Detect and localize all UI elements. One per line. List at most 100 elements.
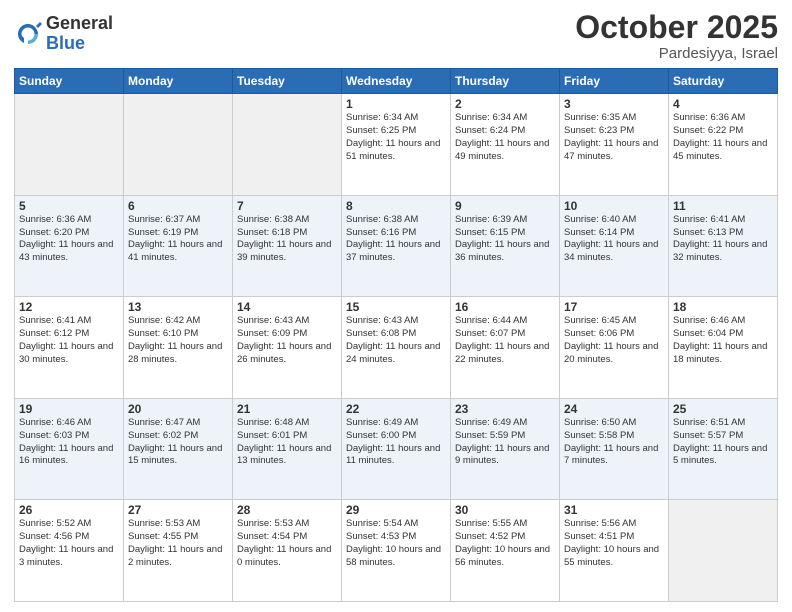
calendar-cell: 23Sunrise: 6:49 AMSunset: 5:59 PMDayligh… <box>451 398 560 500</box>
day-number: 29 <box>346 503 446 517</box>
calendar-cell: 9Sunrise: 6:39 AMSunset: 6:15 PMDaylight… <box>451 195 560 297</box>
day-number: 30 <box>455 503 555 517</box>
location: Pardesiyya, Israel <box>575 45 778 62</box>
day-info: Sunrise: 6:41 AMSunset: 6:13 PMDaylight:… <box>673 214 773 265</box>
calendar-cell: 29Sunrise: 5:54 AMSunset: 4:53 PMDayligh… <box>342 500 451 602</box>
calendar-cell: 25Sunrise: 6:51 AMSunset: 5:57 PMDayligh… <box>669 398 778 500</box>
day-number: 7 <box>237 199 337 213</box>
month-title: October 2025 <box>575 10 778 45</box>
day-info: Sunrise: 5:52 AMSunset: 4:56 PMDaylight:… <box>19 518 119 569</box>
day-info: Sunrise: 6:48 AMSunset: 6:01 PMDaylight:… <box>237 417 337 468</box>
calendar-cell: 6Sunrise: 6:37 AMSunset: 6:19 PMDaylight… <box>124 195 233 297</box>
header: General Blue October 2025 Pardesiyya, Is… <box>14 10 778 62</box>
calendar-row-2: 5Sunrise: 6:36 AMSunset: 6:20 PMDaylight… <box>15 195 778 297</box>
day-number: 6 <box>128 199 228 213</box>
calendar-cell: 5Sunrise: 6:36 AMSunset: 6:20 PMDaylight… <box>15 195 124 297</box>
day-number: 19 <box>19 402 119 416</box>
day-info: Sunrise: 6:41 AMSunset: 6:12 PMDaylight:… <box>19 315 119 366</box>
weekday-header-sunday: Sunday <box>15 69 124 94</box>
calendar-cell <box>124 94 233 196</box>
calendar-cell: 27Sunrise: 5:53 AMSunset: 4:55 PMDayligh… <box>124 500 233 602</box>
calendar-cell: 2Sunrise: 6:34 AMSunset: 6:24 PMDaylight… <box>451 94 560 196</box>
day-info: Sunrise: 6:36 AMSunset: 6:20 PMDaylight:… <box>19 214 119 265</box>
day-number: 26 <box>19 503 119 517</box>
logo-icon <box>14 20 42 48</box>
calendar-cell: 17Sunrise: 6:45 AMSunset: 6:06 PMDayligh… <box>560 297 669 399</box>
day-number: 3 <box>564 97 664 111</box>
day-info: Sunrise: 6:50 AMSunset: 5:58 PMDaylight:… <box>564 417 664 468</box>
calendar-cell: 3Sunrise: 6:35 AMSunset: 6:23 PMDaylight… <box>560 94 669 196</box>
day-info: Sunrise: 6:44 AMSunset: 6:07 PMDaylight:… <box>455 315 555 366</box>
day-number: 14 <box>237 300 337 314</box>
day-number: 17 <box>564 300 664 314</box>
day-info: Sunrise: 5:53 AMSunset: 4:55 PMDaylight:… <box>128 518 228 569</box>
day-number: 24 <box>564 402 664 416</box>
calendar-cell: 8Sunrise: 6:38 AMSunset: 6:16 PMDaylight… <box>342 195 451 297</box>
day-number: 11 <box>673 199 773 213</box>
day-number: 8 <box>346 199 446 213</box>
calendar-cell: 28Sunrise: 5:53 AMSunset: 4:54 PMDayligh… <box>233 500 342 602</box>
calendar-cell: 20Sunrise: 6:47 AMSunset: 6:02 PMDayligh… <box>124 398 233 500</box>
weekday-header-friday: Friday <box>560 69 669 94</box>
calendar-cell <box>233 94 342 196</box>
day-info: Sunrise: 6:45 AMSunset: 6:06 PMDaylight:… <box>564 315 664 366</box>
calendar-cell <box>15 94 124 196</box>
day-number: 13 <box>128 300 228 314</box>
day-number: 22 <box>346 402 446 416</box>
day-number: 25 <box>673 402 773 416</box>
weekday-header-tuesday: Tuesday <box>233 69 342 94</box>
day-number: 16 <box>455 300 555 314</box>
calendar-cell: 13Sunrise: 6:42 AMSunset: 6:10 PMDayligh… <box>124 297 233 399</box>
day-number: 21 <box>237 402 337 416</box>
calendar-cell: 16Sunrise: 6:44 AMSunset: 6:07 PMDayligh… <box>451 297 560 399</box>
logo-text: General Blue <box>46 14 113 54</box>
day-number: 18 <box>673 300 773 314</box>
day-info: Sunrise: 5:55 AMSunset: 4:52 PMDaylight:… <box>455 518 555 569</box>
day-info: Sunrise: 6:43 AMSunset: 6:09 PMDaylight:… <box>237 315 337 366</box>
day-info: Sunrise: 6:38 AMSunset: 6:18 PMDaylight:… <box>237 214 337 265</box>
day-info: Sunrise: 6:46 AMSunset: 6:04 PMDaylight:… <box>673 315 773 366</box>
calendar-row-1: 1Sunrise: 6:34 AMSunset: 6:25 PMDaylight… <box>15 94 778 196</box>
calendar-cell: 19Sunrise: 6:46 AMSunset: 6:03 PMDayligh… <box>15 398 124 500</box>
day-number: 28 <box>237 503 337 517</box>
logo-blue-text: Blue <box>46 34 113 54</box>
weekday-header-thursday: Thursday <box>451 69 560 94</box>
day-info: Sunrise: 6:46 AMSunset: 6:03 PMDaylight:… <box>19 417 119 468</box>
weekday-header-wednesday: Wednesday <box>342 69 451 94</box>
day-info: Sunrise: 6:34 AMSunset: 6:25 PMDaylight:… <box>346 112 446 163</box>
day-info: Sunrise: 6:36 AMSunset: 6:22 PMDaylight:… <box>673 112 773 163</box>
day-number: 2 <box>455 97 555 111</box>
day-info: Sunrise: 6:42 AMSunset: 6:10 PMDaylight:… <box>128 315 228 366</box>
calendar-cell: 18Sunrise: 6:46 AMSunset: 6:04 PMDayligh… <box>669 297 778 399</box>
day-info: Sunrise: 6:40 AMSunset: 6:14 PMDaylight:… <box>564 214 664 265</box>
day-info: Sunrise: 6:34 AMSunset: 6:24 PMDaylight:… <box>455 112 555 163</box>
day-number: 9 <box>455 199 555 213</box>
calendar-cell: 26Sunrise: 5:52 AMSunset: 4:56 PMDayligh… <box>15 500 124 602</box>
calendar-cell: 4Sunrise: 6:36 AMSunset: 6:22 PMDaylight… <box>669 94 778 196</box>
calendar-cell: 24Sunrise: 6:50 AMSunset: 5:58 PMDayligh… <box>560 398 669 500</box>
day-info: Sunrise: 6:49 AMSunset: 6:00 PMDaylight:… <box>346 417 446 468</box>
logo: General Blue <box>14 14 113 54</box>
day-number: 23 <box>455 402 555 416</box>
day-info: Sunrise: 5:53 AMSunset: 4:54 PMDaylight:… <box>237 518 337 569</box>
day-info: Sunrise: 6:35 AMSunset: 6:23 PMDaylight:… <box>564 112 664 163</box>
day-number: 10 <box>564 199 664 213</box>
day-info: Sunrise: 6:51 AMSunset: 5:57 PMDaylight:… <box>673 417 773 468</box>
calendar-cell: 11Sunrise: 6:41 AMSunset: 6:13 PMDayligh… <box>669 195 778 297</box>
calendar-table: SundayMondayTuesdayWednesdayThursdayFrid… <box>14 68 778 602</box>
day-info: Sunrise: 6:38 AMSunset: 6:16 PMDaylight:… <box>346 214 446 265</box>
calendar-cell: 31Sunrise: 5:56 AMSunset: 4:51 PMDayligh… <box>560 500 669 602</box>
day-number: 27 <box>128 503 228 517</box>
day-info: Sunrise: 6:39 AMSunset: 6:15 PMDaylight:… <box>455 214 555 265</box>
day-info: Sunrise: 6:49 AMSunset: 5:59 PMDaylight:… <box>455 417 555 468</box>
day-info: Sunrise: 6:47 AMSunset: 6:02 PMDaylight:… <box>128 417 228 468</box>
day-info: Sunrise: 5:54 AMSunset: 4:53 PMDaylight:… <box>346 518 446 569</box>
day-number: 15 <box>346 300 446 314</box>
calendar-cell: 30Sunrise: 5:55 AMSunset: 4:52 PMDayligh… <box>451 500 560 602</box>
day-info: Sunrise: 6:43 AMSunset: 6:08 PMDaylight:… <box>346 315 446 366</box>
logo-general-text: General <box>46 14 113 34</box>
day-info: Sunrise: 6:37 AMSunset: 6:19 PMDaylight:… <box>128 214 228 265</box>
page: General Blue October 2025 Pardesiyya, Is… <box>0 0 792 612</box>
day-info: Sunrise: 5:56 AMSunset: 4:51 PMDaylight:… <box>564 518 664 569</box>
calendar-cell: 15Sunrise: 6:43 AMSunset: 6:08 PMDayligh… <box>342 297 451 399</box>
